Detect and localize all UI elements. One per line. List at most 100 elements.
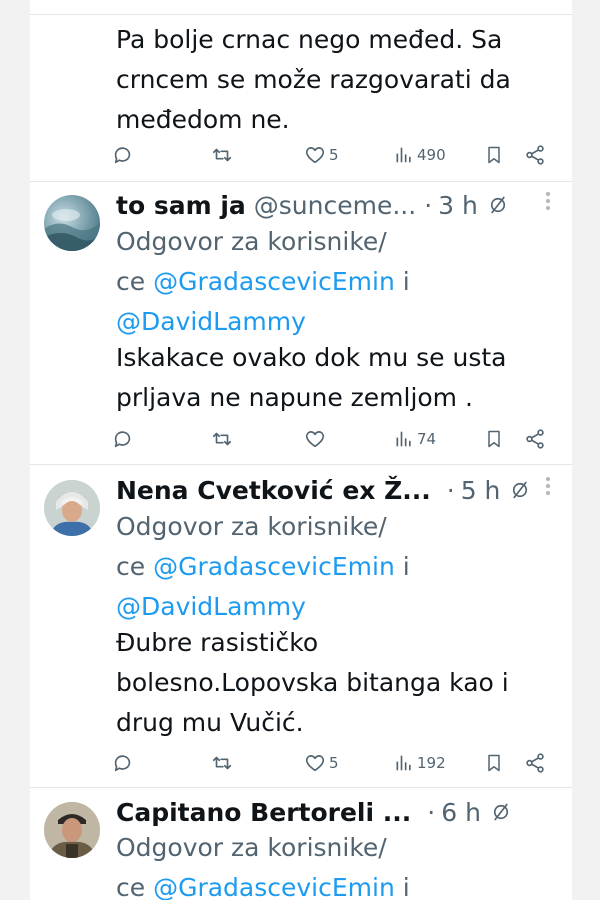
bookmark-icon	[488, 754, 500, 772]
like-button[interactable]: 5	[304, 748, 339, 778]
avatar[interactable]	[44, 802, 100, 858]
tweet-text-line: Iskakace ovako dok mu se usta	[116, 343, 507, 372]
reply-prefix: ce	[116, 873, 154, 900]
timestamp[interactable]: 5 h	[461, 476, 501, 505]
retweet-button[interactable]	[210, 748, 237, 778]
views-icon	[396, 431, 411, 447]
tweet-text-line: Đubre rasističko	[116, 628, 319, 657]
retweet-icon	[212, 432, 232, 446]
bookmark-button[interactable]	[484, 748, 504, 778]
bookmark-button[interactable]	[484, 140, 504, 170]
views-icon	[396, 147, 411, 163]
timeline-feed: Pa bolje crnac nego međed. Sa crncem se …	[30, 0, 572, 900]
views-button[interactable]: 74	[394, 424, 436, 454]
tweet-actions: 5 192	[112, 748, 552, 778]
bookmark-button[interactable]	[484, 424, 504, 454]
avatar-image	[44, 209, 100, 251]
tweet-header: Capitano Bertoreli ... · 6 h	[116, 792, 556, 832]
mention-link[interactable]: @GradascevicEmin	[153, 873, 395, 900]
tweet-text: Iskakace ovako dok mu se usta prljava ne…	[116, 338, 556, 418]
reply-label: Odgovor za korisnike/	[116, 833, 387, 862]
tweet-text-line: Pa bolje crnac nego međed. Sa	[116, 25, 503, 54]
reply-prefix: ce	[116, 552, 154, 581]
retweet-icon	[212, 148, 232, 162]
tweet-header: Nena Cvetković ex Ž... · 5 h	[116, 470, 556, 510]
reply-button[interactable]	[112, 748, 137, 778]
display-name[interactable]: Nena Cvetković ex Ž...	[116, 476, 431, 505]
tweet[interactable]: Nena Cvetković ex Ž... · 5 h Odgovor za …	[30, 465, 572, 787]
reply-join: i	[394, 267, 410, 296]
avatar-image	[44, 802, 100, 858]
divider	[30, 14, 572, 15]
views-icon	[396, 755, 411, 771]
separator-dot: ·	[446, 475, 455, 505]
reply-label: Odgovor za korisnike/	[116, 512, 387, 541]
share-icon	[526, 145, 544, 165]
views-count: 192	[417, 754, 446, 772]
retweet-button[interactable]	[210, 140, 237, 170]
views-button[interactable]: 192	[394, 748, 446, 778]
more-options-button[interactable]	[538, 186, 558, 216]
mention-link[interactable]: @GradascevicEmin	[153, 552, 395, 581]
reply-button[interactable]	[112, 140, 137, 170]
more-options-button[interactable]	[538, 471, 558, 501]
tweet-actions: 5 490	[112, 140, 552, 170]
heart-icon	[305, 431, 325, 448]
more-dots-icon	[546, 192, 550, 210]
avatar[interactable]	[44, 195, 100, 251]
tweet-text-line: drug mu Vučić.	[116, 708, 304, 737]
views-count: 490	[417, 146, 446, 164]
display-name[interactable]: Capitano Bertoreli ...	[116, 798, 411, 827]
timestamp[interactable]: 6 h	[441, 798, 481, 827]
views-button[interactable]: 490	[394, 140, 446, 170]
tweet[interactable]: to sam ja @sunceme... · 3 h Odgovor za k…	[30, 182, 572, 464]
tweet-header: to sam ja @sunceme... · 3 h	[116, 185, 556, 225]
mention-link[interactable]: @DavidLammy	[116, 592, 306, 621]
tweet-actions: 74	[112, 424, 552, 454]
reply-prefix: ce	[116, 267, 154, 296]
share-button[interactable]	[524, 748, 546, 778]
tweet-text: Pa bolje crnac nego međed. Sa crncem se …	[116, 20, 556, 140]
tweet[interactable]: Capitano Bertoreli ... · 6 h Odgovor za …	[30, 788, 572, 900]
reply-context: Odgovor za korisnike/ ce @GradascevicEmi…	[116, 507, 556, 627]
timestamp[interactable]: 3 h	[438, 191, 478, 220]
username[interactable]: @sunceme...	[254, 191, 416, 220]
separator-dot: ·	[424, 190, 433, 220]
reply-mentions: ce @GradascevicEmin i	[116, 547, 556, 587]
grok-icon[interactable]	[510, 480, 530, 500]
tweet-text-line: bolesno.Lopovska bitanga kao i	[116, 668, 509, 697]
like-button[interactable]: 5	[304, 140, 339, 170]
mention-link[interactable]: @GradascevicEmin	[153, 267, 395, 296]
tweet-text-line: prljava ne napune zemljom .	[116, 383, 473, 412]
views-count: 74	[417, 430, 437, 448]
share-button[interactable]	[524, 140, 546, 170]
bookmark-icon	[488, 146, 500, 164]
mention-link[interactable]: @DavidLammy	[116, 307, 306, 336]
tweet-text: Đubre rasističko bolesno.Lopovska bitang…	[116, 623, 556, 743]
reply-context: Odgovor za korisnike/ ce @GradascevicEmi…	[116, 222, 556, 342]
reply-context: Odgovor za korisnike/ ce @GradascevicEmi…	[116, 828, 556, 900]
bookmark-icon	[488, 430, 500, 448]
reply-join: i	[394, 552, 410, 581]
retweet-button[interactable]	[210, 424, 237, 454]
reply-mentions: ce @GradascevicEmin i	[116, 868, 556, 900]
share-icon	[526, 429, 544, 449]
like-button[interactable]	[304, 424, 329, 454]
grok-icon[interactable]	[488, 195, 508, 215]
avatar-image	[44, 480, 100, 536]
reply-join: i	[394, 873, 410, 900]
tweet-text-line: međedom ne.	[116, 105, 290, 134]
reply-icon	[114, 755, 131, 772]
reply-mentions: ce @GradascevicEmin i	[116, 262, 556, 302]
reply-button[interactable]	[112, 424, 137, 454]
heart-icon	[305, 755, 325, 772]
display-name[interactable]: to sam ja	[116, 191, 246, 220]
avatar[interactable]	[44, 480, 100, 536]
grok-icon[interactable]	[491, 802, 511, 822]
more-dots-icon	[546, 477, 550, 495]
tweet-text-line: crncem se može razgovarati da	[116, 65, 511, 94]
share-button[interactable]	[524, 424, 546, 454]
heart-icon	[305, 147, 325, 164]
share-icon	[526, 753, 544, 773]
separator-dot: ·	[427, 797, 436, 827]
